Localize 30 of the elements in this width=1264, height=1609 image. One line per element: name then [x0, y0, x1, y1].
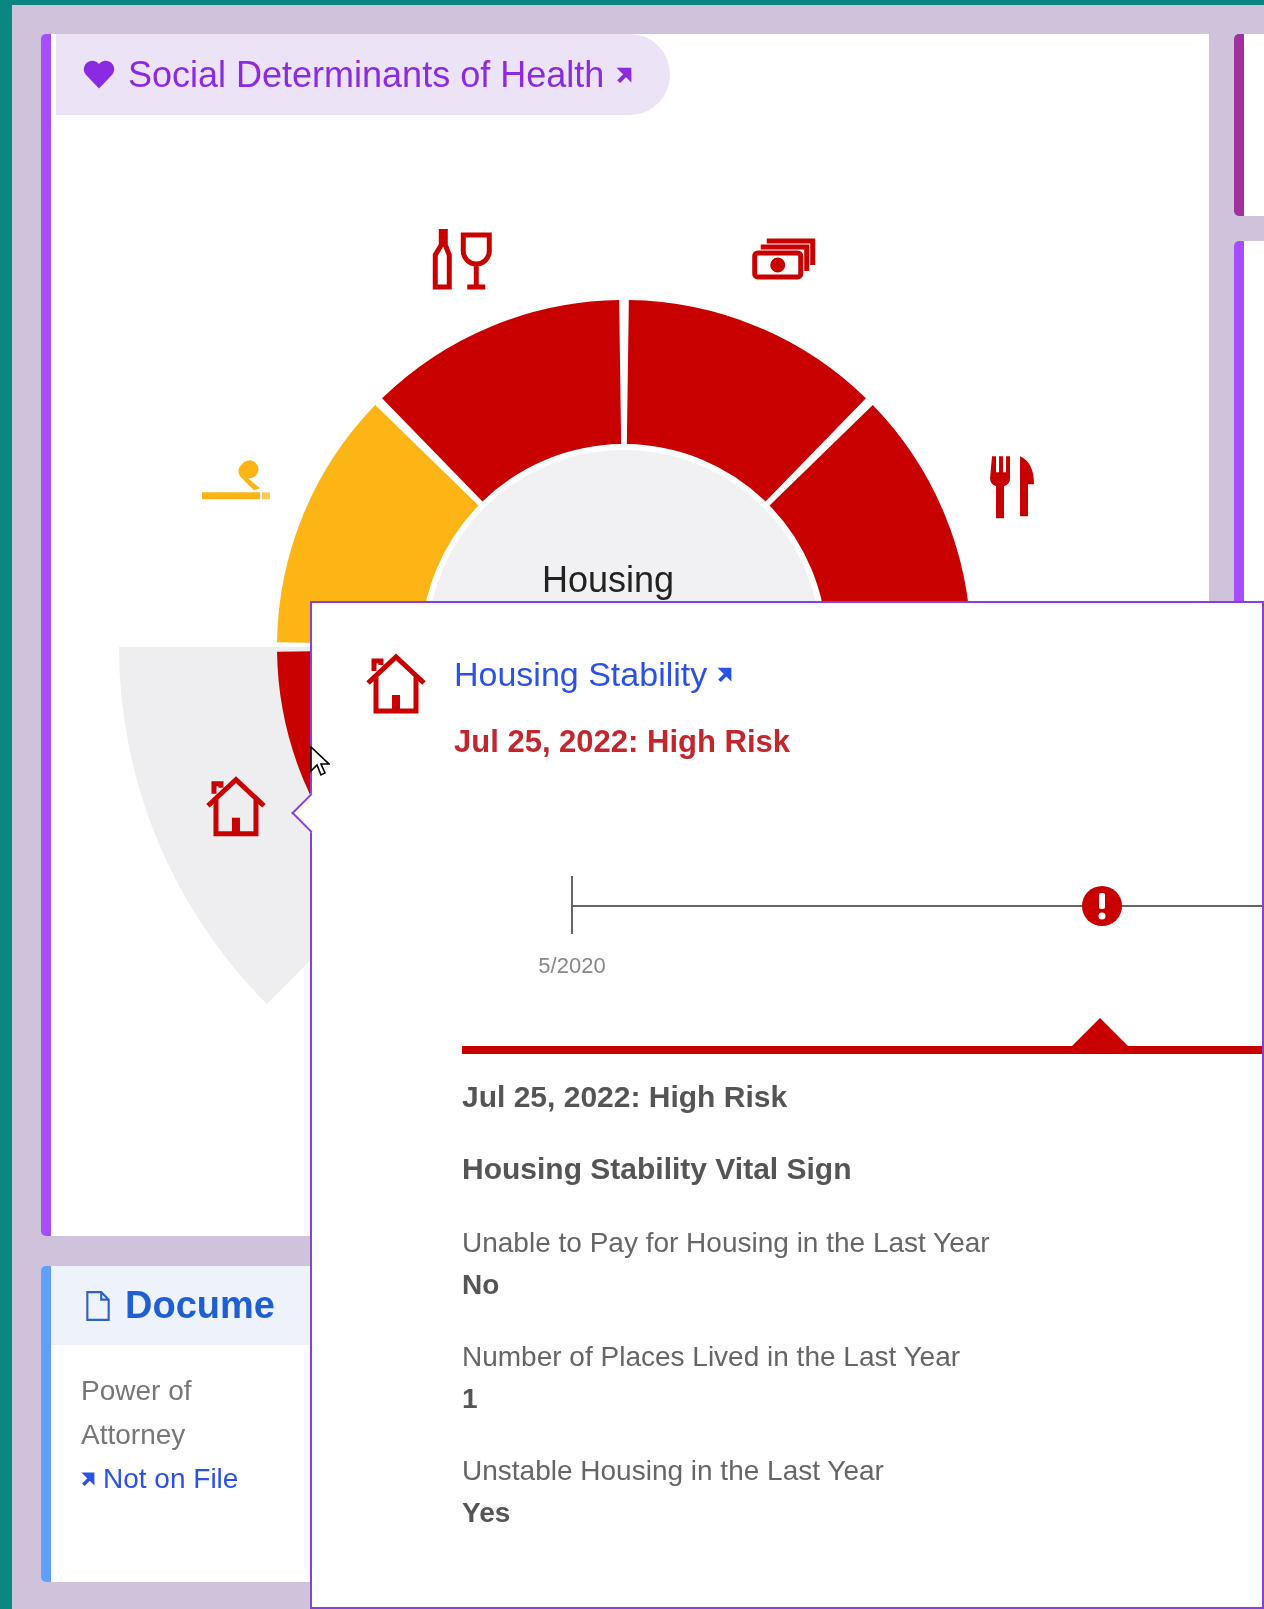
fork-and-knife-icon	[990, 456, 1035, 519]
document-label: Power of Attorney	[81, 1374, 193, 1452]
center-label: Housing	[541, 559, 675, 600]
detail-subheading: Housing Stability Vital Sign	[462, 1151, 853, 1187]
question-label: Unstable Housing in the Last Year	[462, 1454, 885, 1488]
answer-value: Yes	[462, 1496, 512, 1530]
external-link-icon	[717, 667, 733, 682]
detail-heading: Jul 25, 2022: High Risk	[462, 1079, 789, 1115]
heart-icon	[82, 59, 116, 90]
donut-segment[interactable]	[626, 300, 866, 502]
answer-value: 1	[462, 1382, 479, 1416]
cigarette-icon	[201, 460, 270, 500]
question-label: Unable to Pay for Housing in the Last Year	[462, 1226, 991, 1260]
card-title[interactable]: Social Determinants of Health	[128, 53, 605, 96]
house-icon	[364, 653, 428, 717]
alert-marker[interactable]	[1082, 886, 1122, 926]
donut-segment[interactable]	[382, 300, 622, 502]
document-icon	[85, 1289, 111, 1322]
card-title: Docume	[125, 1284, 275, 1327]
external-link-icon	[81, 1472, 95, 1486]
tooltip-title-link[interactable]: Housing Stability	[454, 655, 790, 694]
bottle-and-glass-icon	[432, 228, 492, 290]
banknotes-icon	[752, 238, 816, 280]
document-link[interactable]: Not on File	[81, 1457, 251, 1501]
external-link-icon[interactable]	[616, 66, 633, 83]
risk-status: Jul 25, 2022: High Risk	[454, 724, 790, 760]
answer-value: No	[462, 1268, 501, 1302]
question-label: Number of Places Lived in the Last Year	[462, 1340, 962, 1374]
timeline-label: 5/2020	[538, 953, 606, 978]
house-icon	[205, 776, 267, 837]
